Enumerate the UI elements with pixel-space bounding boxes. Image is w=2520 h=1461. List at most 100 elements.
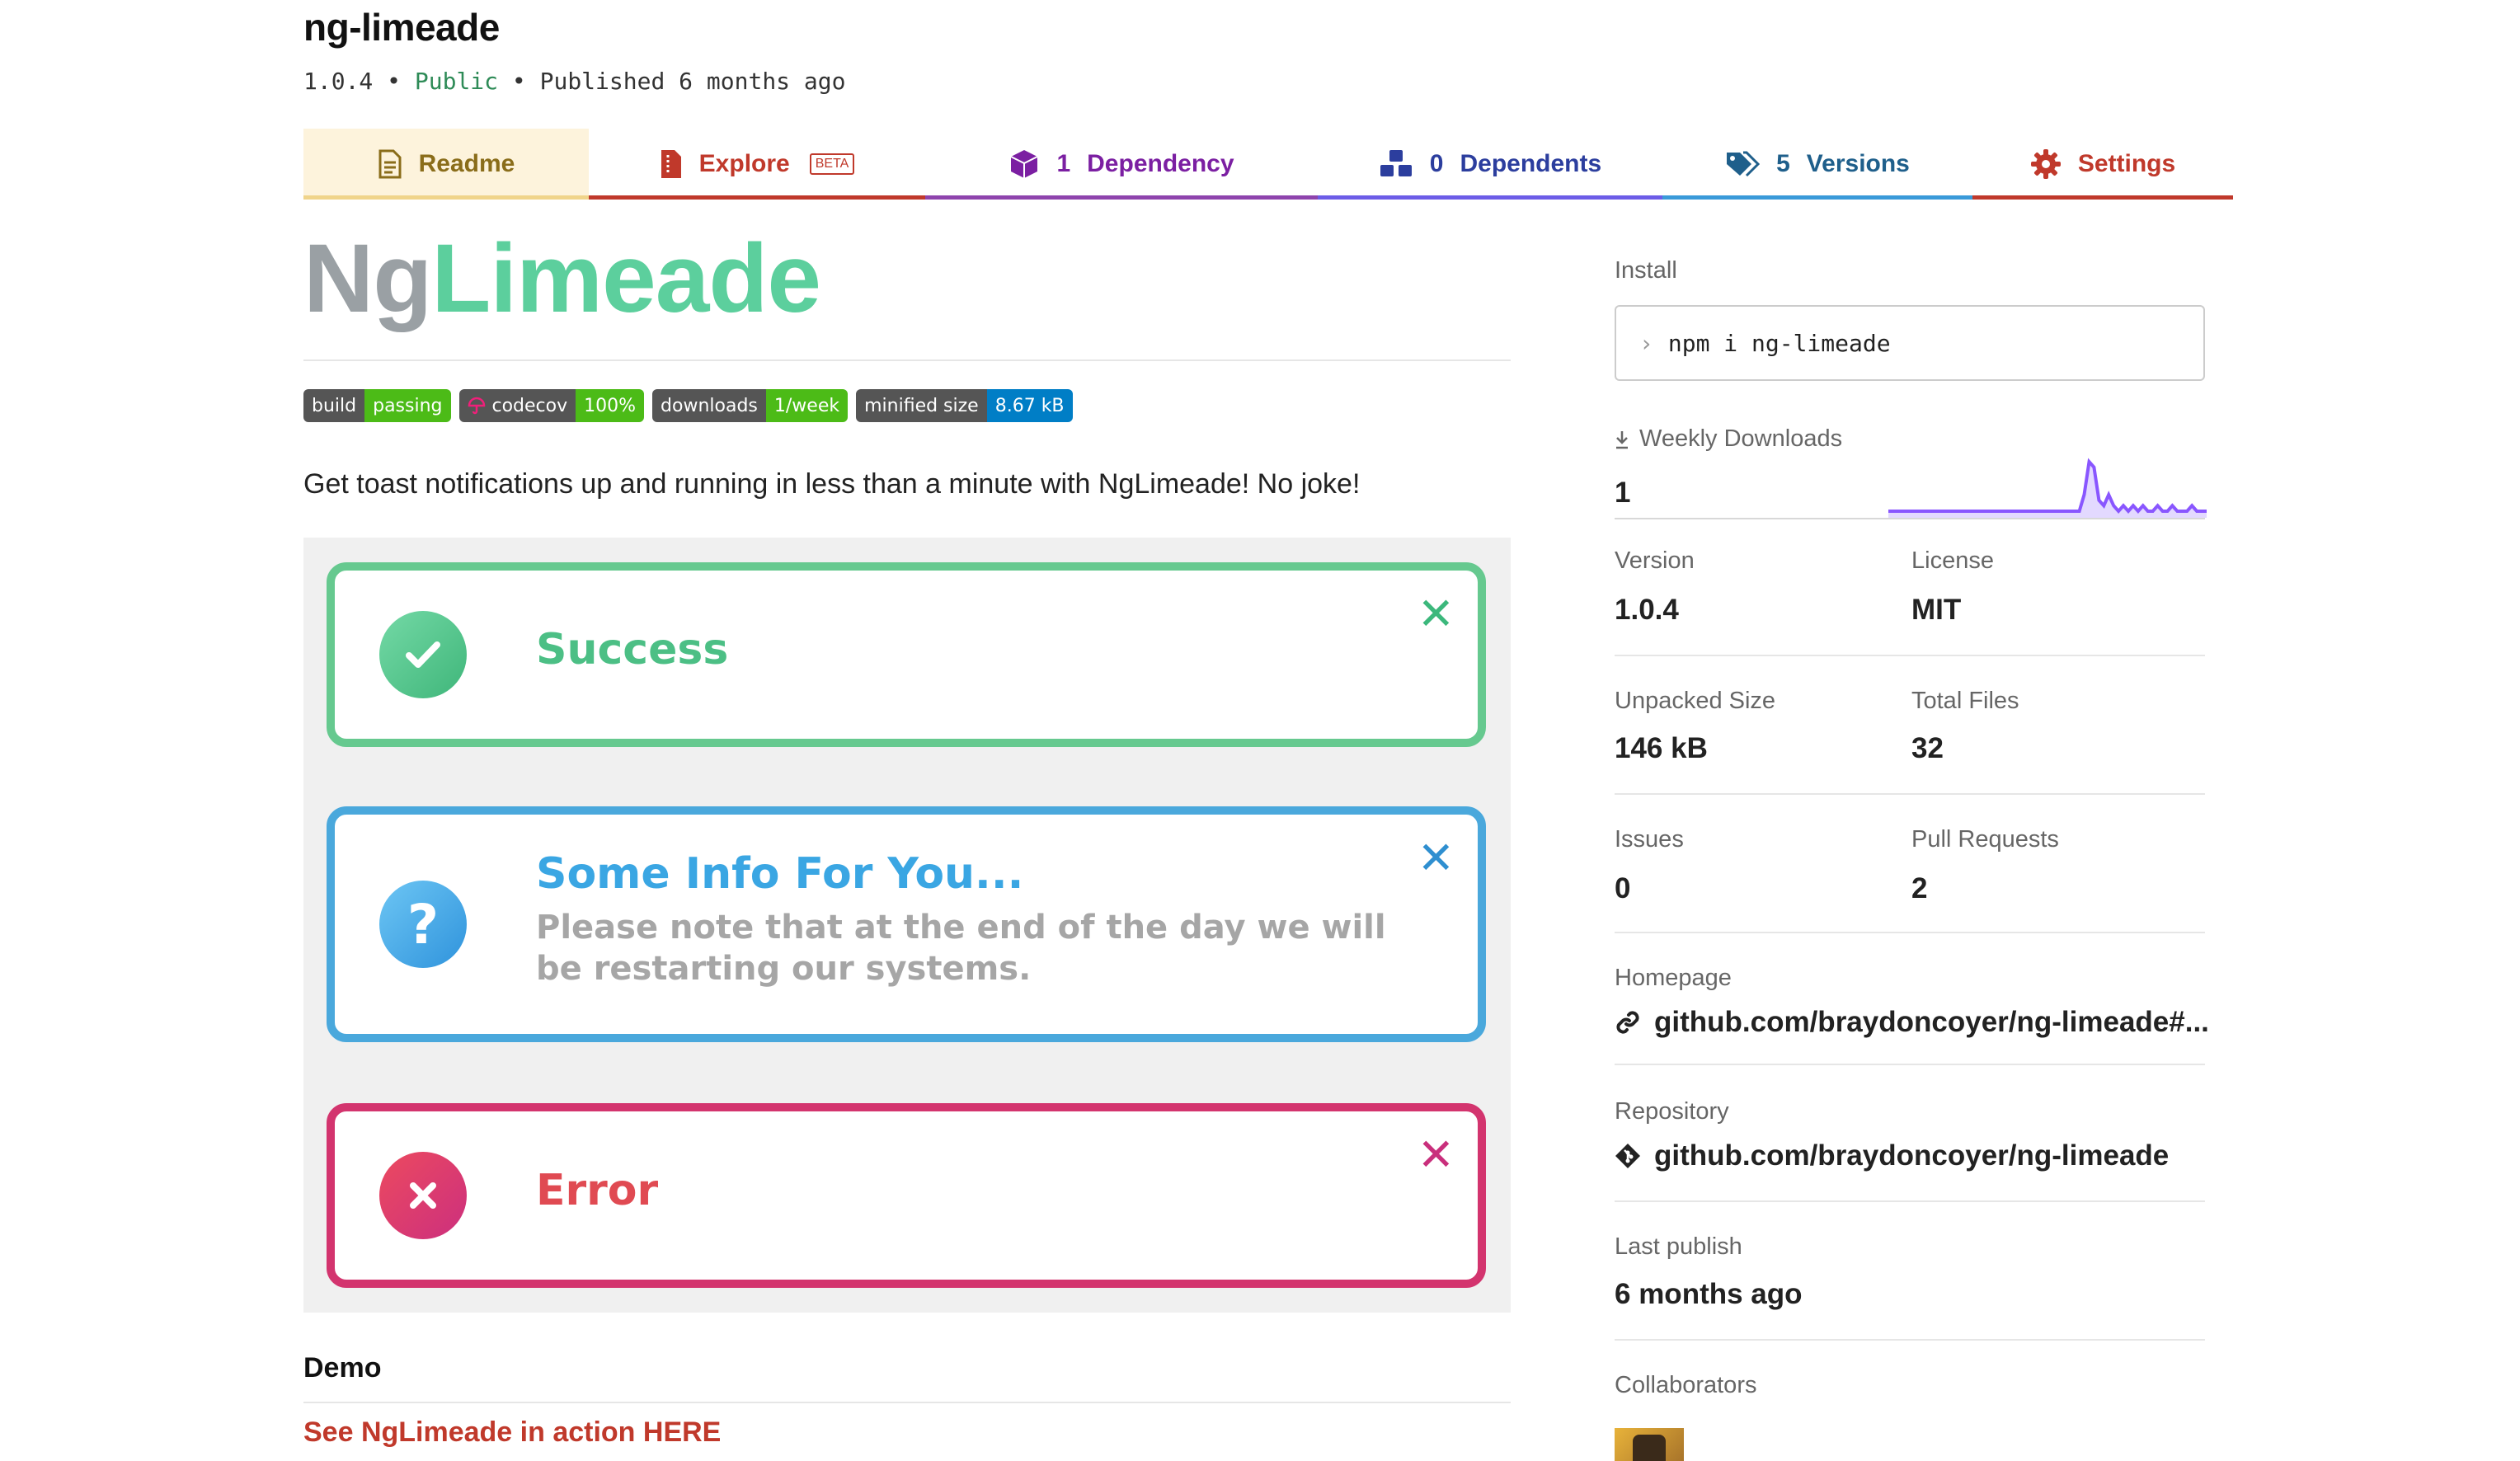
meta-separator: • bbox=[511, 68, 526, 95]
install-label: Install bbox=[1615, 257, 1677, 284]
repository-link[interactable]: github.com/braydoncoyer/ng-limeade bbox=[1615, 1139, 2169, 1172]
codecov-umbrella-icon bbox=[468, 397, 485, 415]
boxes-icon bbox=[1380, 150, 1412, 176]
version-value: 1.0.4 bbox=[1615, 594, 1679, 626]
divider bbox=[1615, 793, 2205, 795]
readme-document-icon bbox=[378, 149, 402, 179]
logo-ng: Ng bbox=[303, 224, 432, 333]
toast-title: Error bbox=[536, 1166, 659, 1215]
license-value: MIT bbox=[1911, 594, 1962, 626]
minified-size-badge[interactable]: minified size 8.67 kB bbox=[856, 389, 1073, 422]
divider bbox=[303, 1402, 1511, 1403]
tab-count: 5 bbox=[1776, 150, 1790, 177]
toast-title: Some Info For You... bbox=[536, 849, 1024, 899]
nglimeade-logo: NgLimeade bbox=[303, 223, 821, 335]
npm-package-page: ng-limeade 1.0.4 • Public • Published 6 … bbox=[0, 0, 2520, 1461]
tab-label: Explore bbox=[698, 150, 790, 177]
explore-file-icon bbox=[661, 150, 681, 178]
last-publish-value: 6 months ago bbox=[1615, 1278, 1803, 1310]
downloads-badge[interactable]: downloads 1/week bbox=[652, 389, 849, 422]
divider bbox=[1615, 655, 2205, 656]
unpacked-size-label: Unpacked Size bbox=[1615, 688, 1776, 714]
version-label: Version bbox=[1615, 547, 1695, 574]
weekly-downloads-label: Weekly Downloads bbox=[1615, 425, 1842, 453]
homepage-link[interactable]: github.com/braydoncoyer/ng-limeade#... bbox=[1615, 1006, 2209, 1039]
demo-heading: Demo bbox=[303, 1352, 382, 1383]
download-arrow-icon bbox=[1616, 430, 1628, 449]
unpacked-size-value: 146 kB bbox=[1615, 732, 1708, 764]
issues-label: Issues bbox=[1615, 826, 1684, 853]
divider bbox=[1615, 518, 2205, 519]
tab-underline bbox=[1972, 195, 2233, 200]
toast-demo-image: Success ✕ ? Some Info For You... Please … bbox=[303, 538, 1511, 1313]
demo-link[interactable]: See NgLimeade in action HERE bbox=[303, 1416, 721, 1449]
meta-separator: • bbox=[387, 68, 402, 95]
tab-versions[interactable]: 5 Versions bbox=[1662, 129, 1972, 200]
x-circle-icon bbox=[379, 1152, 467, 1239]
weekly-downloads-sparkline bbox=[1888, 458, 2207, 518]
tab-underline bbox=[1662, 195, 1972, 200]
close-icon: ✕ bbox=[1417, 588, 1455, 640]
build-badge[interactable]: build passing bbox=[303, 389, 451, 422]
tab-underline bbox=[1318, 195, 1662, 200]
last-publish-label: Last publish bbox=[1615, 1233, 1742, 1260]
divider bbox=[1615, 1064, 2205, 1065]
package-tabs: Readme Explore BETA 1 Dependency 0 Depen… bbox=[303, 129, 2233, 200]
tab-settings[interactable]: Settings bbox=[1972, 129, 2233, 200]
tab-dependency[interactable]: 1 Dependency bbox=[925, 129, 1318, 200]
git-diamond-icon bbox=[1615, 1144, 1640, 1168]
badge-label: codecov bbox=[458, 389, 576, 422]
toast-body: Please note that at the end of the day w… bbox=[536, 909, 1386, 988]
tab-explore[interactable]: Explore BETA bbox=[589, 129, 925, 200]
divider bbox=[1615, 1339, 2205, 1341]
tab-readme[interactable]: Readme bbox=[303, 129, 589, 200]
repository-label: Repository bbox=[1615, 1098, 1729, 1125]
box-icon bbox=[1011, 150, 1038, 178]
tab-label: Dependents bbox=[1460, 150, 1602, 177]
pull-requests-value[interactable]: 2 bbox=[1911, 872, 1927, 905]
checkmark-icon bbox=[379, 611, 467, 698]
homepage-url: github.com/braydoncoyer/ng-limeade#... bbox=[1654, 1006, 2209, 1038]
info-toast: ? Some Info For You... Please note that … bbox=[327, 806, 1486, 1042]
tab-count: 1 bbox=[1056, 150, 1071, 177]
readme-tagline: Get toast notifications up and running i… bbox=[303, 468, 1361, 500]
homepage-label: Homepage bbox=[1615, 965, 1732, 991]
success-toast: Success ✕ bbox=[327, 562, 1486, 747]
pull-requests-label: Pull Requests bbox=[1911, 826, 2059, 853]
divider bbox=[1615, 932, 2205, 933]
badge-value: 1/week bbox=[765, 389, 849, 422]
divider bbox=[303, 359, 1511, 361]
badge-value: passing bbox=[364, 389, 451, 422]
install-command: npm i ng-limeade bbox=[1667, 329, 1891, 357]
prompt-chevron-icon: › bbox=[1639, 329, 1653, 357]
link-chain-icon bbox=[1616, 1011, 1639, 1034]
tab-count: 0 bbox=[1429, 150, 1444, 177]
weekly-downloads-label-text: Weekly Downloads bbox=[1639, 425, 1843, 452]
badge-label: minified size bbox=[856, 389, 987, 422]
close-icon: ✕ bbox=[1417, 832, 1455, 884]
readme-badges: build passing codecov 100% downloads 1/w… bbox=[303, 389, 1073, 422]
tab-dependents[interactable]: 0 Dependents bbox=[1318, 129, 1662, 200]
license-label: License bbox=[1911, 547, 1994, 574]
badge-label: downloads bbox=[652, 389, 766, 422]
package-title: ng-limeade bbox=[303, 6, 500, 49]
install-command-box[interactable]: › npm i ng-limeade bbox=[1615, 305, 2205, 381]
tab-underline bbox=[589, 195, 925, 200]
collaborator-avatar[interactable] bbox=[1615, 1428, 1684, 1461]
codecov-badge[interactable]: codecov 100% bbox=[458, 389, 645, 422]
badge-label: build bbox=[303, 389, 365, 422]
toast-title: Success bbox=[536, 625, 729, 674]
tab-label: Dependency bbox=[1087, 150, 1234, 177]
repository-url: github.com/braydoncoyer/ng-limeade bbox=[1654, 1139, 2170, 1172]
package-visibility: Public bbox=[414, 68, 499, 95]
tab-underline bbox=[925, 195, 1318, 200]
issues-value[interactable]: 0 bbox=[1615, 872, 1630, 905]
tab-underline bbox=[303, 195, 589, 200]
tab-label: Settings bbox=[2077, 150, 2176, 177]
badge-value: 8.67 kB bbox=[986, 389, 1073, 422]
close-icon: ✕ bbox=[1417, 1129, 1455, 1181]
badge-label-text: codecov bbox=[491, 395, 568, 416]
divider bbox=[1615, 1200, 2205, 1202]
tab-label: Readme bbox=[418, 150, 515, 177]
package-meta: 1.0.4 • Public • Published 6 months ago bbox=[303, 68, 845, 95]
